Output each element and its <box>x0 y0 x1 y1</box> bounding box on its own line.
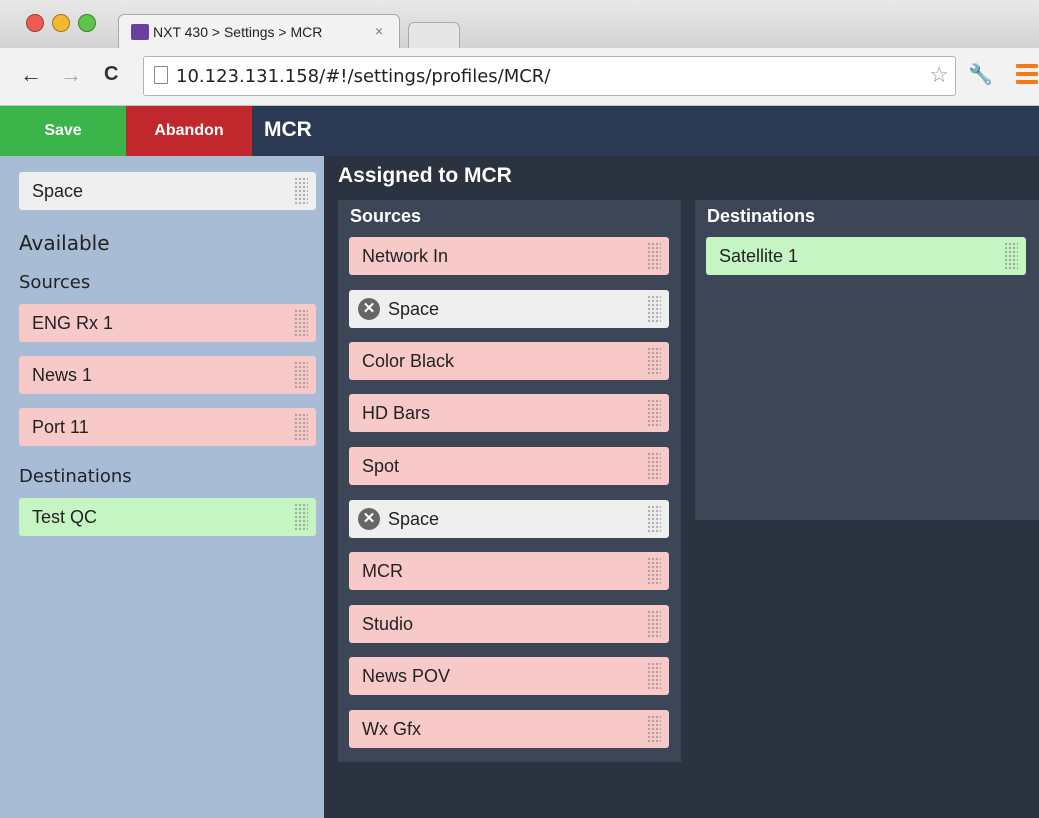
item-label: Studio <box>362 613 414 634</box>
favicon-icon <box>131 24 149 40</box>
list-item[interactable]: ✕ Space <box>349 290 669 328</box>
item-label: Wx Gfx <box>362 718 421 739</box>
back-icon[interactable]: ← <box>20 62 42 88</box>
browser-titlebar: NXT 430 > Settings > MCR × <box>0 0 1039 50</box>
drag-handle-icon[interactable] <box>647 347 661 375</box>
new-tab-button[interactable] <box>408 22 460 48</box>
drag-handle-icon[interactable] <box>647 242 661 270</box>
item-label: Spot <box>362 455 400 476</box>
drag-handle-icon[interactable] <box>647 505 661 533</box>
forward-icon[interactable]: → <box>60 62 82 88</box>
remove-icon[interactable]: ✕ <box>358 508 380 530</box>
save-button[interactable]: Save <box>0 106 126 156</box>
profile-title: MCR <box>264 118 312 141</box>
drag-handle-icon[interactable] <box>647 557 661 585</box>
available-sources-heading: Sources <box>19 272 91 293</box>
drag-handle-icon[interactable] <box>647 715 661 743</box>
menu-icon[interactable] <box>1016 64 1038 88</box>
minimize-window-button[interactable] <box>52 14 70 32</box>
reload-icon[interactable]: C <box>104 63 118 86</box>
available-panel: Space Available Sources ENG Rx 1 News 1 … <box>0 156 324 818</box>
browser-tab-active[interactable]: NXT 430 > Settings > MCR × <box>118 14 400 50</box>
item-label: News 1 <box>32 364 93 385</box>
star-icon[interactable]: ☆ <box>929 62 949 88</box>
url-text: 10.123.131.158/#!/settings/profiles/MCR/ <box>176 66 551 87</box>
abandon-button[interactable]: Abandon <box>126 106 252 156</box>
item-label: Satellite 1 <box>719 245 799 266</box>
drag-handle-icon[interactable] <box>647 399 661 427</box>
space-item[interactable]: Space <box>19 172 316 210</box>
list-item[interactable]: News 1 <box>19 356 316 394</box>
assigned-sources-column: Sources Network In ✕ Space Color Black H… <box>338 200 681 762</box>
wrench-icon[interactable]: 🔧 <box>968 62 993 87</box>
destinations-column-heading: Destinations <box>707 206 816 226</box>
item-label: Network In <box>362 245 449 266</box>
close-window-button[interactable] <box>26 14 44 32</box>
available-destinations-heading: Destinations <box>19 466 132 487</box>
tab-title: NXT 430 > Settings > MCR <box>153 24 323 40</box>
list-item[interactable]: HD Bars <box>349 394 669 432</box>
list-item[interactable]: Network In <box>349 237 669 275</box>
assigned-area: Assigned to MCR Sources Network In ✕ Spa… <box>324 156 1039 818</box>
zoom-window-button[interactable] <box>78 14 96 32</box>
drag-handle-icon[interactable] <box>647 452 661 480</box>
list-item[interactable]: Color Black <box>349 342 669 380</box>
tab-close-icon[interactable]: × <box>375 23 383 39</box>
drag-handle-icon[interactable] <box>647 295 661 323</box>
list-item[interactable]: Port 11 <box>19 408 316 446</box>
drag-handle-icon[interactable] <box>294 361 308 389</box>
drag-handle-icon[interactable] <box>294 413 308 441</box>
list-item[interactable]: Studio <box>349 605 669 643</box>
address-bar[interactable]: 10.123.131.158/#!/settings/profiles/MCR/… <box>143 56 956 96</box>
item-label: Test QC <box>32 506 98 527</box>
item-label: HD Bars <box>362 402 431 423</box>
drag-handle-icon[interactable] <box>294 309 308 337</box>
item-label: News POV <box>362 665 451 686</box>
list-item[interactable]: ✕ Space <box>349 500 669 538</box>
assigned-heading: Assigned to MCR <box>338 164 512 187</box>
list-item[interactable]: Wx Gfx <box>349 710 669 748</box>
drag-handle-icon[interactable] <box>294 503 308 531</box>
list-item[interactable]: Satellite 1 <box>706 237 1026 275</box>
app-header: Save Abandon MCR <box>0 106 1039 156</box>
list-item[interactable]: MCR <box>349 552 669 590</box>
sources-column-heading: Sources <box>350 206 422 226</box>
item-label: Space <box>32 180 84 201</box>
drag-handle-icon[interactable] <box>647 610 661 638</box>
drag-handle-icon[interactable] <box>1004 242 1018 270</box>
drag-handle-icon[interactable] <box>647 662 661 690</box>
remove-icon[interactable]: ✕ <box>358 298 380 320</box>
list-item[interactable]: News POV <box>349 657 669 695</box>
item-label: Space <box>388 508 440 529</box>
item-label: Port 11 <box>32 416 89 437</box>
item-label: Color Black <box>362 350 455 371</box>
available-heading: Available <box>19 231 110 255</box>
item-label: MCR <box>362 560 403 581</box>
drag-handle-icon[interactable] <box>294 177 308 205</box>
list-item[interactable]: Test QC <box>19 498 316 536</box>
list-item[interactable]: ENG Rx 1 <box>19 304 316 342</box>
item-label: ENG Rx 1 <box>32 312 114 333</box>
browser-toolbar: ← → C 10.123.131.158/#!/settings/profile… <box>0 48 1039 106</box>
list-item[interactable]: Spot <box>349 447 669 485</box>
assigned-destinations-column: Destinations Satellite 1 <box>695 200 1039 520</box>
page-icon <box>154 66 168 84</box>
item-label: Space <box>388 298 440 319</box>
